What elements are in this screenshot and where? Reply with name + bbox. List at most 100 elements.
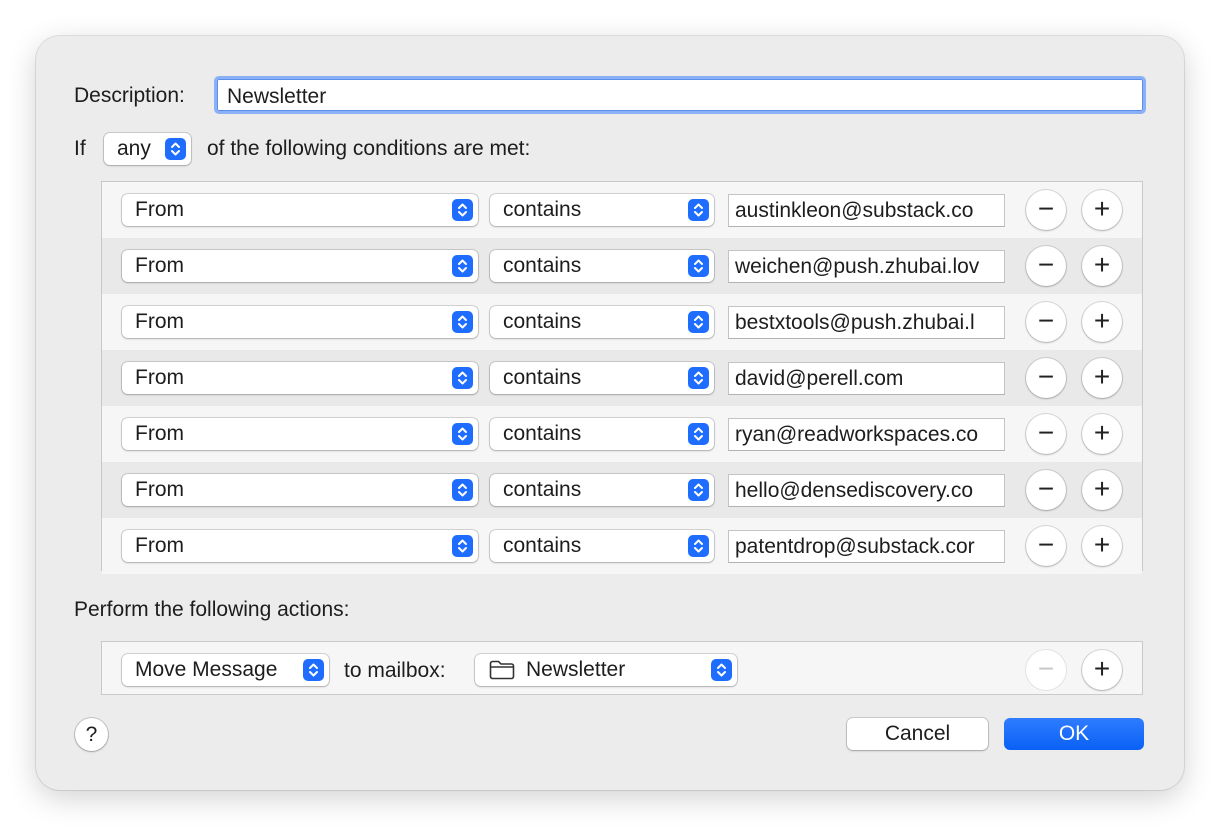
condition-field-popup[interactable]: From: [122, 194, 478, 226]
condition-field-value: From: [135, 478, 184, 501]
condition-operator-value: contains: [503, 310, 582, 333]
condition-operator-popup[interactable]: contains: [490, 418, 714, 450]
condition-operator-value: contains: [503, 422, 582, 445]
mailbox-popup[interactable]: Newsletter: [475, 654, 737, 686]
mailbox-value: Newsletter: [526, 658, 626, 681]
add-condition-button[interactable]: +: [1082, 470, 1122, 510]
chevron-updown-icon: [452, 367, 473, 389]
remove-condition-button[interactable]: −: [1026, 302, 1066, 342]
conditions-list: From contains austinkleon@substack.co − + Fro…: [101, 181, 1143, 574]
condition-field-popup[interactable]: From: [122, 418, 478, 450]
add-action-button[interactable]: +: [1082, 650, 1122, 690]
actions-list: Move Message to mailbox: Newsletter − +: [101, 641, 1143, 695]
chevron-updown-icon: [452, 535, 473, 557]
action-type-popup[interactable]: Move Message: [122, 654, 329, 686]
condition-value-field[interactable]: david@perell.com: [728, 362, 1005, 395]
condition-field-value: From: [135, 534, 184, 557]
condition-value-field[interactable]: ryan@readworkspaces.co: [728, 418, 1005, 451]
ok-button[interactable]: OK: [1004, 718, 1144, 750]
condition-field-value: From: [135, 422, 184, 445]
condition-value-text: patentdrop@substack.cor: [735, 535, 975, 558]
chevron-updown-icon: [303, 659, 324, 681]
condition-row: From contains weichen@push.zhubai.lov − +: [102, 238, 1142, 294]
condition-operator-value: contains: [503, 478, 582, 501]
remove-condition-button[interactable]: −: [1026, 246, 1066, 286]
condition-value-text: austinkleon@substack.co: [735, 199, 974, 222]
condition-field-value: From: [135, 254, 184, 277]
cancel-button[interactable]: Cancel: [847, 718, 988, 750]
condition-field-value: From: [135, 198, 184, 221]
add-condition-button[interactable]: +: [1082, 358, 1122, 398]
condition-operator-popup[interactable]: contains: [490, 530, 714, 562]
chevron-updown-icon: [165, 138, 186, 160]
condition-operator-popup[interactable]: contains: [490, 306, 714, 338]
condition-field-popup[interactable]: From: [122, 474, 478, 506]
add-condition-button[interactable]: +: [1082, 302, 1122, 342]
condition-field-value: From: [135, 310, 184, 333]
condition-field-popup[interactable]: From: [122, 530, 478, 562]
actions-label: Perform the following actions:: [74, 598, 350, 621]
description-label: Description:: [74, 84, 185, 107]
add-condition-button[interactable]: +: [1082, 190, 1122, 230]
match-popup[interactable]: any: [104, 133, 191, 165]
condition-field-popup[interactable]: From: [122, 250, 478, 282]
condition-operator-value: contains: [503, 534, 582, 557]
condition-operator-value: contains: [503, 366, 582, 389]
condition-operator-popup[interactable]: contains: [490, 362, 714, 394]
condition-operator-popup[interactable]: contains: [490, 250, 714, 282]
condition-operator-value: contains: [503, 254, 582, 277]
condition-value-field[interactable]: bestxtools@push.zhubai.l: [728, 306, 1005, 339]
condition-value-field[interactable]: hello@densediscovery.co: [728, 474, 1005, 507]
condition-value-text: bestxtools@push.zhubai.l: [735, 311, 975, 334]
chevron-updown-icon: [452, 423, 473, 445]
condition-value-text: david@perell.com: [735, 367, 904, 390]
add-condition-button[interactable]: +: [1082, 414, 1122, 454]
condition-field-value: From: [135, 366, 184, 389]
condition-operator-value: contains: [503, 198, 582, 221]
condition-value-text: hello@densediscovery.co: [735, 479, 974, 502]
chevron-updown-icon: [452, 479, 473, 501]
chevron-updown-icon: [452, 311, 473, 333]
condition-row: From contains hello@densediscovery.co − +: [102, 462, 1142, 518]
action-type-value: Move Message: [135, 658, 278, 681]
chevron-updown-icon: [688, 367, 709, 389]
remove-condition-button[interactable]: −: [1026, 414, 1066, 454]
conditions-suffix-label: of the following conditions are met:: [207, 137, 531, 160]
chevron-updown-icon: [688, 479, 709, 501]
remove-action-button[interactable]: −: [1026, 650, 1066, 690]
condition-field-popup[interactable]: From: [122, 306, 478, 338]
chevron-updown-icon: [688, 199, 709, 221]
condition-row: From contains bestxtools@push.zhubai.l − +: [102, 294, 1142, 350]
condition-value-field[interactable]: austinkleon@substack.co: [728, 194, 1005, 227]
condition-row: From contains david@perell.com − +: [102, 350, 1142, 406]
add-condition-button[interactable]: +: [1082, 526, 1122, 566]
if-label: If: [74, 137, 86, 160]
remove-condition-button[interactable]: −: [1026, 470, 1066, 510]
remove-condition-button[interactable]: −: [1026, 526, 1066, 566]
description-field[interactable]: Newsletter: [214, 76, 1146, 114]
chevron-updown-icon: [452, 199, 473, 221]
chevron-updown-icon: [688, 311, 709, 333]
folder-icon: [489, 660, 515, 685]
condition-field-popup[interactable]: From: [122, 362, 478, 394]
condition-operator-popup[interactable]: contains: [490, 194, 714, 226]
condition-row: From contains ryan@readworkspaces.co − +: [102, 406, 1142, 462]
chevron-updown-icon: [688, 535, 709, 557]
remove-condition-button[interactable]: −: [1026, 358, 1066, 398]
description-value: Newsletter: [227, 85, 327, 108]
chevron-updown-icon: [711, 659, 732, 681]
condition-row: From contains patentdrop@substack.cor − +: [102, 518, 1142, 574]
chevron-updown-icon: [688, 255, 709, 277]
remove-condition-button[interactable]: −: [1026, 190, 1066, 230]
condition-row: From contains austinkleon@substack.co − +: [102, 182, 1142, 238]
condition-value-text: weichen@push.zhubai.lov: [735, 255, 980, 278]
condition-value-text: ryan@readworkspaces.co: [735, 423, 979, 446]
add-condition-button[interactable]: +: [1082, 246, 1122, 286]
condition-operator-popup[interactable]: contains: [490, 474, 714, 506]
condition-value-field[interactable]: patentdrop@substack.cor: [728, 530, 1005, 563]
to-mailbox-label: to mailbox:: [344, 659, 446, 682]
chevron-updown-icon: [452, 255, 473, 277]
help-button[interactable]: ?: [75, 718, 108, 751]
match-value: any: [117, 137, 151, 160]
condition-value-field[interactable]: weichen@push.zhubai.lov: [728, 250, 1005, 283]
